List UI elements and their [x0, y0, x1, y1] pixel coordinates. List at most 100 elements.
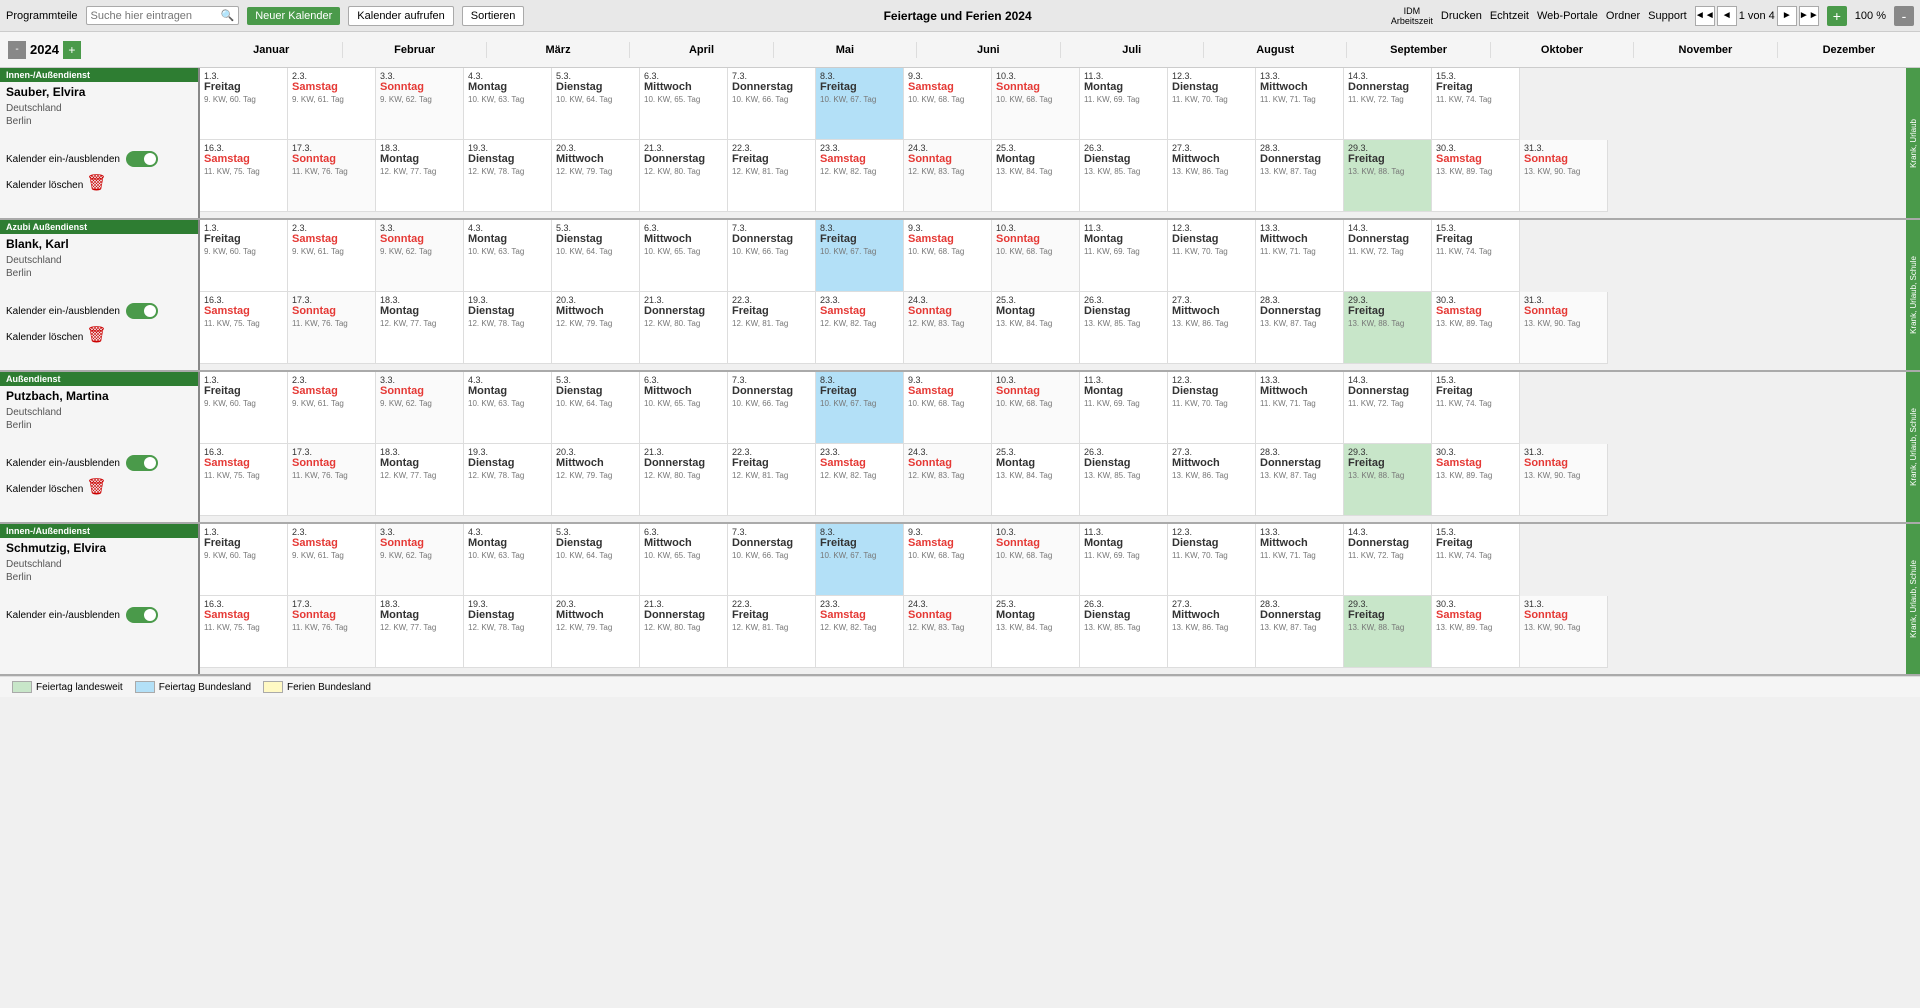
nav-last-button[interactable]: ►► [1799, 6, 1819, 26]
ordner-button[interactable]: Ordner [1606, 10, 1640, 22]
calendar-cell[interactable]: 29.3. Freitag 13. KW, 88. Tag [1344, 140, 1432, 212]
calendar-cell[interactable]: 31.3. Sonntag 13. KW, 90. Tag [1520, 292, 1608, 364]
calendar-cell[interactable]: 20.3. Mittwoch 12. KW, 79. Tag [552, 444, 640, 516]
calendar-cell[interactable]: 18.3. Montag 12. KW, 77. Tag [376, 292, 464, 364]
calendar-cell[interactable]: 4.3. Montag 10. KW, 63. Tag [464, 372, 552, 444]
calendar-cell[interactable]: 27.3. Mittwoch 13. KW, 86. Tag [1168, 444, 1256, 516]
calendar-cell[interactable]: 12.3. Dienstag 11. KW, 70. Tag [1168, 372, 1256, 444]
calendar-cell[interactable]: 2.3. Samstag 9. KW, 61. Tag [288, 220, 376, 292]
calendar-cell[interactable]: 26.3. Dienstag 13. KW, 85. Tag [1080, 596, 1168, 668]
calendar-cell[interactable]: 9.3. Samstag 10. KW, 68. Tag [904, 524, 992, 596]
calendar-cell[interactable]: 19.3. Dienstag 12. KW, 78. Tag [464, 292, 552, 364]
calendar-cell[interactable]: 23.3. Samstag 12. KW, 82. Tag [816, 140, 904, 212]
realtime-button[interactable]: Echtzeit [1490, 10, 1529, 22]
month-tab-juni[interactable]: Juni [917, 42, 1060, 58]
open-calendar-button[interactable]: Kalender aufrufen [348, 6, 453, 26]
calendar-cell[interactable]: 4.3. Montag 10. KW, 63. Tag [464, 220, 552, 292]
calendar-cell[interactable]: 27.3. Mittwoch 13. KW, 86. Tag [1168, 292, 1256, 364]
print-button[interactable]: Drucken [1441, 10, 1482, 22]
calendar-cell[interactable]: 6.3. Mittwoch 10. KW, 65. Tag [640, 220, 728, 292]
year-prev-button[interactable]: - [8, 41, 26, 59]
calendar-cell[interactable]: 5.3. Dienstag 10. KW, 64. Tag [552, 372, 640, 444]
support-button[interactable]: Support [1648, 10, 1687, 22]
calendar-cell[interactable]: 24.3. Sonntag 12. KW, 83. Tag [904, 596, 992, 668]
programmteile-menu[interactable]: Programmteile [6, 10, 78, 22]
calendar-cell[interactable]: 31.3. Sonntag 13. KW, 90. Tag [1520, 140, 1608, 212]
trash-icon[interactable]: 🗑 [86, 327, 106, 344]
idm-arbeitszeit[interactable]: IDM Arbeitszeit [1391, 6, 1433, 26]
calendar-cell[interactable]: 9.3. Samstag 10. KW, 68. Tag [904, 220, 992, 292]
calendar-cell[interactable]: 28.3. Donnerstag 13. KW, 87. Tag [1256, 444, 1344, 516]
calendar-cell[interactable]: 11.3. Montag 11. KW, 69. Tag [1080, 372, 1168, 444]
month-tab-september[interactable]: September [1347, 42, 1490, 58]
calendar-cell[interactable]: 9.3. Samstag 10. KW, 68. Tag [904, 68, 992, 140]
calendar-cell[interactable]: 2.3. Samstag 9. KW, 61. Tag [288, 372, 376, 444]
calendar-cell[interactable]: 13.3. Mittwoch 11. KW, 71. Tag [1256, 524, 1344, 596]
calendar-cell[interactable]: 18.3. Montag 12. KW, 77. Tag [376, 140, 464, 212]
month-tab-mai[interactable]: Mai [774, 42, 917, 58]
web-portale-button[interactable]: Web-Portale [1537, 10, 1598, 22]
calendar-cell[interactable]: 17.3. Sonntag 11. KW, 76. Tag [288, 444, 376, 516]
calendar-cell[interactable]: 26.3. Dienstag 13. KW, 85. Tag [1080, 444, 1168, 516]
month-tab-märz[interactable]: März [487, 42, 630, 58]
calendar-cell[interactable]: 22.3. Freitag 12. KW, 81. Tag [728, 292, 816, 364]
calendar-toggle-switch[interactable] [126, 607, 158, 623]
calendar-cell[interactable]: 31.3. Sonntag 13. KW, 90. Tag [1520, 444, 1608, 516]
calendar-cell[interactable]: 20.3. Mittwoch 12. KW, 79. Tag [552, 140, 640, 212]
month-tab-juli[interactable]: Juli [1061, 42, 1204, 58]
calendar-cell[interactable]: 3.3. Sonntag 9. KW, 62. Tag [376, 524, 464, 596]
calendar-cell[interactable]: 10.3. Sonntag 10. KW, 68. Tag [992, 372, 1080, 444]
calendar-cell[interactable]: 5.3. Dienstag 10. KW, 64. Tag [552, 220, 640, 292]
calendar-cell[interactable]: 14.3. Donnerstag 11. KW, 72. Tag [1344, 220, 1432, 292]
calendar-cell[interactable]: 10.3. Sonntag 10. KW, 68. Tag [992, 68, 1080, 140]
calendar-cell[interactable]: 21.3. Donnerstag 12. KW, 80. Tag [640, 596, 728, 668]
calendar-cell[interactable]: 4.3. Montag 10. KW, 63. Tag [464, 68, 552, 140]
calendar-cell[interactable]: 12.3. Dienstag 11. KW, 70. Tag [1168, 68, 1256, 140]
calendar-cell[interactable]: 11.3. Montag 11. KW, 69. Tag [1080, 220, 1168, 292]
calendar-cell[interactable]: 26.3. Dienstag 13. KW, 85. Tag [1080, 292, 1168, 364]
calendar-cell[interactable]: 29.3. Freitag 13. KW, 88. Tag [1344, 444, 1432, 516]
calendar-cell[interactable]: 1.3. Freitag 9. KW, 60. Tag [200, 220, 288, 292]
calendar-cell[interactable]: 13.3. Mittwoch 11. KW, 71. Tag [1256, 220, 1344, 292]
nav-prev-button[interactable]: ◄ [1717, 6, 1737, 26]
calendar-cell[interactable]: 7.3. Donnerstag 10. KW, 66. Tag [728, 524, 816, 596]
calendar-cell[interactable]: 19.3. Dienstag 12. KW, 78. Tag [464, 140, 552, 212]
new-calendar-button[interactable]: Neuer Kalender [247, 7, 340, 25]
month-tab-april[interactable]: April [630, 42, 773, 58]
calendar-cell[interactable]: 13.3. Mittwoch 11. KW, 71. Tag [1256, 372, 1344, 444]
calendar-cell[interactable]: 11.3. Montag 11. KW, 69. Tag [1080, 524, 1168, 596]
calendar-cell[interactable]: 14.3. Donnerstag 11. KW, 72. Tag [1344, 68, 1432, 140]
calendar-cell[interactable]: 2.3. Samstag 9. KW, 61. Tag [288, 68, 376, 140]
month-tab-august[interactable]: August [1204, 42, 1347, 58]
sort-button[interactable]: Sortieren [462, 6, 525, 26]
calendar-cell[interactable]: 7.3. Donnerstag 10. KW, 66. Tag [728, 220, 816, 292]
calendar-cell[interactable]: 7.3. Donnerstag 10. KW, 66. Tag [728, 372, 816, 444]
calendar-cell[interactable]: 29.3. Freitag 13. KW, 88. Tag [1344, 292, 1432, 364]
calendar-cell[interactable]: 1.3. Freitag 9. KW, 60. Tag [200, 68, 288, 140]
search-input[interactable] [91, 10, 221, 22]
calendar-cell[interactable]: 30.3. Samstag 13. KW, 89. Tag [1432, 444, 1520, 516]
calendar-cell[interactable]: 29.3. Freitag 13. KW, 88. Tag [1344, 596, 1432, 668]
calendar-cell[interactable]: 22.3. Freitag 12. KW, 81. Tag [728, 140, 816, 212]
calendar-cell[interactable]: 25.3. Montag 13. KW, 84. Tag [992, 444, 1080, 516]
calendar-cell[interactable]: 6.3. Mittwoch 10. KW, 65. Tag [640, 372, 728, 444]
month-tab-februar[interactable]: Februar [343, 42, 486, 58]
year-next-button[interactable]: + [63, 41, 81, 59]
calendar-cell[interactable]: 1.3. Freitag 9. KW, 60. Tag [200, 372, 288, 444]
calendar-cell[interactable]: 14.3. Donnerstag 11. KW, 72. Tag [1344, 524, 1432, 596]
calendar-cell[interactable]: 17.3. Sonntag 11. KW, 76. Tag [288, 292, 376, 364]
calendar-cell[interactable]: 24.3. Sonntag 12. KW, 83. Tag [904, 140, 992, 212]
month-tab-oktober[interactable]: Oktober [1491, 42, 1634, 58]
calendar-cell[interactable]: 12.3. Dienstag 11. KW, 70. Tag [1168, 220, 1256, 292]
calendar-cell[interactable]: 18.3. Montag 12. KW, 77. Tag [376, 444, 464, 516]
zoom-out-button[interactable]: - [1894, 6, 1914, 26]
calendar-cell[interactable]: 21.3. Donnerstag 12. KW, 80. Tag [640, 292, 728, 364]
calendar-cell[interactable]: 25.3. Montag 13. KW, 84. Tag [992, 292, 1080, 364]
calendar-cell[interactable]: 2.3. Samstag 9. KW, 61. Tag [288, 524, 376, 596]
calendar-cell[interactable]: 16.3. Samstag 11. KW, 75. Tag [200, 444, 288, 516]
calendar-cell[interactable]: 24.3. Sonntag 12. KW, 83. Tag [904, 444, 992, 516]
calendar-cell[interactable]: 15.3. Freitag 11. KW, 74. Tag [1432, 220, 1520, 292]
month-tab-dezember[interactable]: Dezember [1778, 42, 1920, 58]
calendar-toggle-switch[interactable] [126, 303, 158, 319]
calendar-cell[interactable]: 15.3. Freitag 11. KW, 74. Tag [1432, 68, 1520, 140]
